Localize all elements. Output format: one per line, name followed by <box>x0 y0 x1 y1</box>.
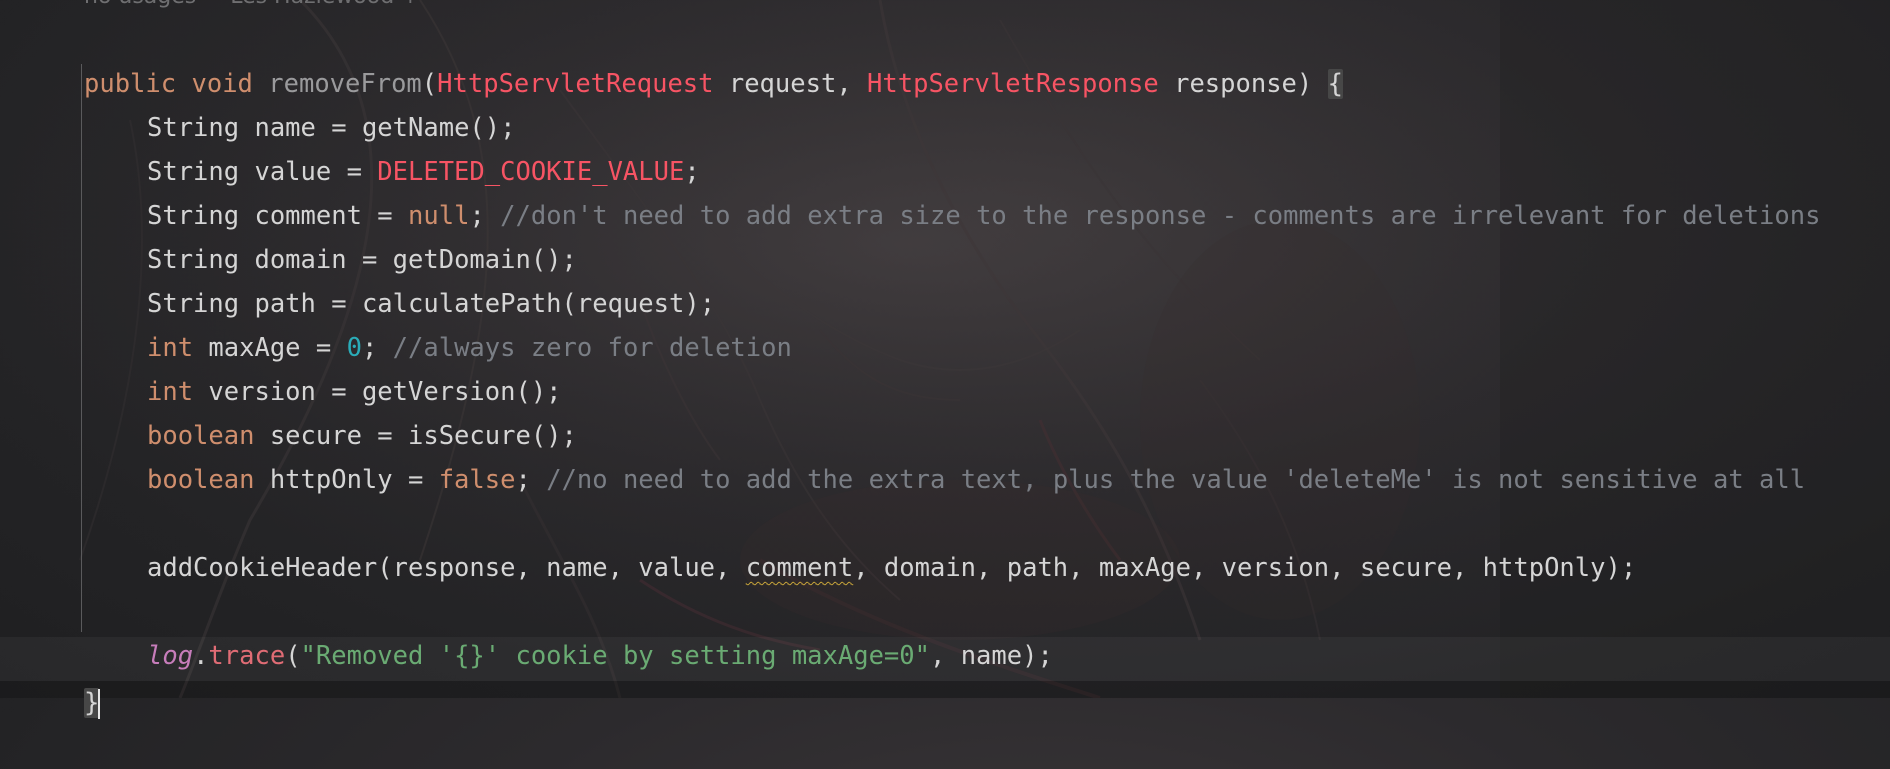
code-line-version[interactable]: int version = getVersion(); <box>0 326 1890 407</box>
code-line-comment[interactable]: String comment = null; //don't need to a… <box>0 150 1890 231</box>
code-line-secure[interactable]: boolean secure = isSecure(); <box>0 370 1890 451</box>
usages-author-hint[interactable]: no usages • Les Hazlewood + <box>84 0 420 9</box>
code-line-empty[interactable] <box>0 458 1890 502</box>
code-line-value[interactable]: String value = DELETED_COOKIE_VALUE; <box>0 106 1890 187</box>
matched-close-brace: } <box>84 688 100 718</box>
code-line-empty[interactable] <box>0 546 1890 590</box>
code-line-domain[interactable]: String domain = getDomain(); <box>0 194 1890 275</box>
code-line-log-trace[interactable]: log.trace("Removed '{}' cookie by settin… <box>0 590 1890 671</box>
code-line-maxage[interactable]: int maxAge = 0; //always zero for deleti… <box>0 282 1890 363</box>
text-caret <box>98 689 101 719</box>
code-line-path[interactable]: String path = calculatePath(request); <box>0 238 1890 319</box>
code-line-name[interactable]: String name = getName(); <box>0 62 1890 143</box>
code-line-close-brace[interactable]: } <box>0 637 1890 719</box>
editor-bottom-edge <box>0 681 1890 698</box>
code-editor[interactable]: no usages • Les Hazlewood + public void … <box>0 0 1890 719</box>
code-line-httponly[interactable]: boolean httpOnly = false; //no need to a… <box>0 414 1890 495</box>
code-line-method-signature[interactable]: public void removeFrom(HttpServletReques… <box>0 18 1890 99</box>
code-line-add-cookie-header[interactable]: addCookieHeader(response, name, value, c… <box>0 502 1890 583</box>
